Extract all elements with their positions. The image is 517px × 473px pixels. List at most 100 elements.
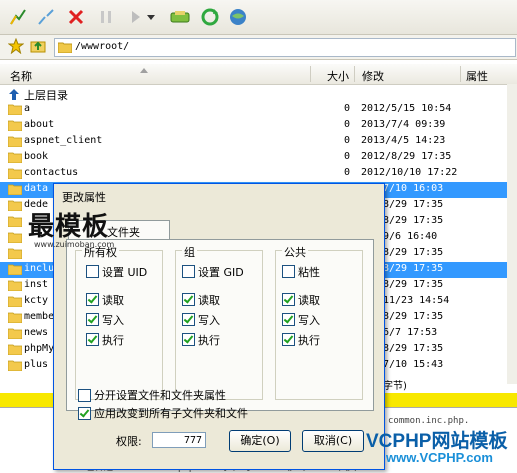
folder-icon [8,152,22,163]
public-group: 公共 粘性 读取 写入 执行 [275,244,363,400]
file-date: 2013/4/5 14:23 [361,135,446,146]
up-folder-icon[interactable] [30,38,46,57]
permission-input[interactable]: 777 [152,432,206,448]
file-date: 2012/10/10 17:22 [361,167,458,178]
apply-recursive-checkbox[interactable] [78,407,91,420]
connect-icon[interactable] [6,5,30,29]
file-name: membe [24,311,55,322]
file-date: 7/10 15:43 [383,359,444,370]
file-date: 8/29 17:35 [383,247,444,258]
owner-exec-checkbox[interactable] [86,333,99,346]
watermark-logo-right: VCPHP网站模板 [366,431,508,452]
file-row[interactable]: aspnet_client 0 2013/4/5 14:23 [0,134,517,150]
file-date: 8/29 17:35 [383,215,444,226]
file-name: inst [24,279,49,290]
column-size[interactable]: 大小 [327,68,349,84]
public-read-checkbox[interactable] [282,293,295,306]
dropdown-icon[interactable] [144,5,158,29]
group-read-checkbox[interactable] [182,293,195,306]
folder-icon [8,200,22,211]
vertical-scrollbar[interactable] [507,84,517,384]
file-name: plus [24,359,49,370]
file-size: 0 [343,167,350,178]
file-list-header: 名称 大小 修改 属性 [0,64,517,85]
file-name: kcty [24,295,49,306]
status-tail: 字节) [383,381,407,392]
folder-icon [8,136,22,147]
file-date: 6/7 17:53 [383,327,438,338]
public-exec-label: 执行 [298,334,320,347]
public-write-label: 写入 [298,314,320,327]
group-exec-checkbox[interactable] [182,333,195,346]
file-name: news [24,327,49,338]
file-date: 2012/8/29 17:35 [361,151,452,162]
owner-exec-label: 执行 [102,334,124,347]
link-icon[interactable] [168,5,192,29]
setuid-checkbox[interactable] [86,265,99,278]
separate-attributes-label: 分开设置文件和文件夹属性 [94,389,226,402]
path-value: /wwwroot/ [75,41,130,52]
folder-icon [8,280,22,291]
column-modified[interactable]: 修改 [362,68,384,84]
setgid-checkbox[interactable] [182,265,195,278]
file-size: 0 [343,119,350,130]
folder-icon [8,360,22,371]
column-name[interactable]: 名称 [10,68,32,84]
file-name: contactus [24,167,79,178]
file-date: 7/10 16:03 [383,183,444,194]
file-name: inclu [24,263,55,274]
group-group-label: 组 [182,244,197,260]
folder-icon [8,232,22,243]
folder-icon [8,248,22,259]
group-group: 组 设置 GID 读取 写入 执行 [175,244,263,400]
group-write-checkbox[interactable] [182,313,195,326]
watermark-url: www.zuimoban.com [34,240,115,249]
pause-icon[interactable] [94,5,118,29]
owner-write-label: 写入 [102,314,124,327]
parent-directory-row[interactable]: 上层目录 [0,86,517,102]
ok-button[interactable]: 确定(O) [229,430,291,452]
permission-label: 权限: [116,435,142,448]
public-exec-checkbox[interactable] [282,333,295,346]
column-attributes[interactable]: 属性 [466,68,488,84]
file-name: book [24,151,49,162]
dialog-titlebar[interactable]: 更改属性 [54,184,384,206]
sort-arrow-icon [140,65,148,76]
log-line: common.inc.php. [388,416,470,426]
cancel-button[interactable]: 取消(C) [302,430,364,452]
setuid-label: 设置 UID [102,266,148,279]
file-date: 8/29 17:35 [383,263,444,274]
disconnect-icon[interactable] [34,5,58,29]
folder-icon [8,168,22,179]
public-read-label: 读取 [298,294,320,307]
file-name: about [24,119,55,130]
group-exec-label: 执行 [198,334,220,347]
public-group-label: 公共 [282,244,308,260]
sticky-label: 粘性 [298,266,320,279]
sticky-checkbox[interactable] [282,265,295,278]
apply-recursive-label: 应用改变到所有子文件夹和文件 [94,407,248,420]
file-row[interactable]: book 0 2012/8/29 17:35 [0,150,517,166]
refresh-icon[interactable] [198,5,222,29]
file-date: 8/29 17:35 [383,199,444,210]
folder-icon [8,216,22,227]
path-field[interactable]: /wwwroot/ [54,38,516,57]
folder-icon [57,41,73,56]
file-name: phpMy [24,343,55,354]
stop-icon[interactable] [64,5,88,29]
public-write-checkbox[interactable] [282,313,295,326]
folder-icon [8,184,22,195]
file-row[interactable]: about 0 2013/7/4 09:39 [0,118,517,134]
favorites-star-icon[interactable] [7,37,25,57]
setgid-label: 设置 GID [198,266,244,279]
file-row[interactable]: a 0 2012/5/15 10:54 [0,102,517,118]
file-date: 11/23 14:54 [383,295,450,306]
file-row[interactable]: contactus 0 2012/10/10 17:22 [0,166,517,182]
owner-group: 所有权 设置 UID 读取 写入 执行 [75,244,163,400]
site-icon[interactable] [226,5,250,29]
file-name: aspnet_client [24,135,103,146]
owner-read-checkbox[interactable] [86,293,99,306]
separate-attributes-checkbox[interactable] [78,389,91,402]
owner-write-checkbox[interactable] [86,313,99,326]
file-date: 9/6 16:40 [383,231,438,242]
